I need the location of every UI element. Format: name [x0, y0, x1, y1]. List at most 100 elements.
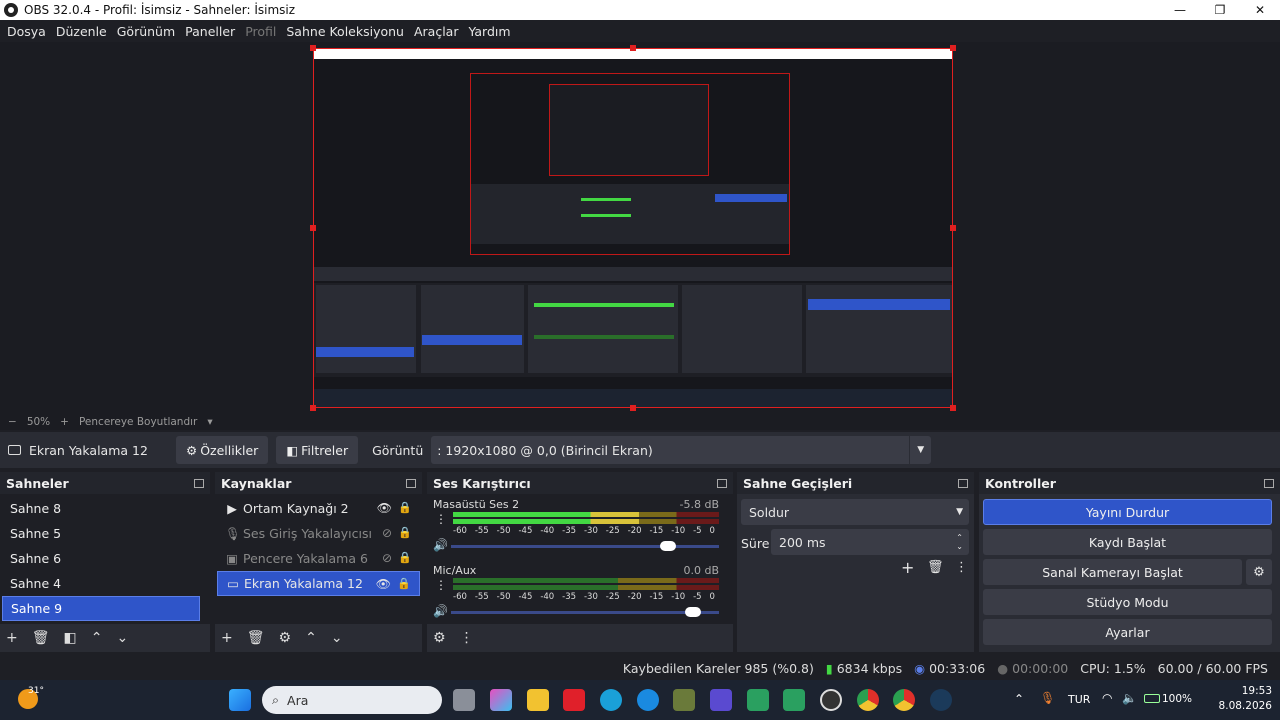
studio-mode-button[interactable]: Stüdyo Modu	[983, 589, 1272, 615]
duration-input[interactable]: 200 ms ⌃ ⌄	[771, 529, 969, 555]
scene-item[interactable]: Sahne 6	[2, 546, 200, 571]
eye-hidden-icon[interactable]: ⊘	[382, 526, 392, 540]
gear-icon[interactable]: ⚙	[279, 630, 292, 646]
edge-icon[interactable]	[600, 689, 622, 711]
app-green-icon[interactable]	[783, 689, 805, 711]
menu-duzenle[interactable]: Düzenle	[51, 24, 112, 39]
scene-item-selected[interactable]: Sahne 9	[2, 596, 200, 621]
clock[interactable]: 19:53 8.08.2026	[1219, 684, 1272, 714]
trash-icon[interactable]: 🗑	[247, 630, 265, 646]
app-red-icon[interactable]	[563, 689, 585, 711]
taskbar-search[interactable]: ⌕ Ara	[262, 686, 442, 714]
chevron-up-icon[interactable]: ⌃	[305, 630, 317, 646]
source-item[interactable]: ▣ Pencere Yakalama 6 ⊘ 🔒	[217, 546, 420, 571]
source-item[interactable]: 🎙 Ses Giriş Yakalayıcısı ⊘ 🔒	[217, 521, 420, 546]
source-item[interactable]: ▶ Ortam Kaynağı 2 👁 🔒	[217, 496, 420, 521]
chrome-icon[interactable]	[893, 689, 915, 711]
float-dock-icon[interactable]	[1264, 478, 1274, 488]
chevron-down-icon[interactable]: ⌄	[116, 630, 128, 646]
resize-handle[interactable]	[950, 405, 956, 411]
menu-araclar[interactable]: Araçlar	[409, 24, 464, 39]
speaker-icon[interactable]: 🔊	[433, 604, 448, 618]
speaker-icon[interactable]: 🔊	[433, 538, 448, 552]
spin-arrows-icon[interactable]: ⌃ ⌄	[956, 533, 963, 551]
eye-icon[interactable]: 👁	[377, 501, 392, 515]
battery-icon[interactable]	[1144, 694, 1160, 703]
trash-icon[interactable]: 🗑	[927, 560, 944, 575]
resize-handle[interactable]	[310, 225, 316, 231]
resize-handle[interactable]	[630, 405, 636, 411]
fit-to-window-button[interactable]: Pencereye Boyutlandır	[79, 416, 197, 428]
resize-handle[interactable]	[310, 45, 316, 51]
menu-sahne-koleksiyonu[interactable]: Sahne Koleksiyonu	[281, 24, 409, 39]
kebab-menu-icon[interactable]: ⋮	[460, 630, 474, 646]
preview-source-capture[interactable]	[313, 48, 953, 408]
chrome-icon[interactable]	[857, 689, 879, 711]
float-dock-icon[interactable]	[194, 478, 204, 488]
help-icon[interactable]	[637, 689, 659, 711]
advanced-audio-icon[interactable]: ⚙	[433, 630, 446, 646]
resize-handle[interactable]	[950, 45, 956, 51]
resize-handle[interactable]	[310, 405, 316, 411]
scene-item[interactable]: Sahne 4	[2, 571, 200, 596]
wifi-icon[interactable]: ◠	[1102, 691, 1112, 705]
volume-slider[interactable]: 🔊	[433, 538, 719, 554]
display-select[interactable]: : 1920x1080 @ 0,0 (Birincil Ekran) ▼	[431, 436, 932, 464]
menu-gorunum[interactable]: Görünüm	[112, 24, 180, 39]
source-item-selected[interactable]: ▭ Ekran Yakalama 12 👁 🔒	[217, 571, 420, 596]
float-dock-icon[interactable]	[717, 478, 727, 488]
scene-item[interactable]: Sahne 8	[2, 496, 200, 521]
add-icon[interactable]: +	[6, 630, 18, 646]
obs-icon[interactable]	[820, 689, 842, 711]
scene-item[interactable]: Sahne 5	[2, 521, 200, 546]
settings-button[interactable]: Ayarlar	[983, 619, 1272, 645]
chevron-down-icon[interactable]: ⌄	[331, 630, 343, 646]
lock-icon[interactable]: 🔒	[398, 526, 412, 539]
properties-button[interactable]: ⚙ Özellikler	[176, 436, 269, 464]
menu-paneller[interactable]: Paneller	[180, 24, 240, 39]
lock-icon[interactable]: 🔒	[398, 551, 412, 564]
resize-handle[interactable]	[630, 45, 636, 51]
start-recording-button[interactable]: Kaydı Başlat	[983, 529, 1272, 555]
trash-icon[interactable]: 🗑	[32, 630, 50, 646]
volume-slider[interactable]: 🔊	[433, 604, 719, 620]
menu-profil[interactable]: Profil	[240, 24, 281, 39]
task-view-icon[interactable]	[453, 689, 475, 711]
eye-hidden-icon[interactable]: ⊘	[382, 551, 392, 565]
chevron-up-icon[interactable]: ⌃	[1014, 692, 1024, 706]
lock-icon[interactable]: 🔒	[397, 577, 411, 590]
lock-icon[interactable]: 🔒	[398, 501, 412, 514]
app-green-icon[interactable]	[747, 689, 769, 711]
menu-yardim[interactable]: Yardım	[463, 24, 515, 39]
chevron-down-icon[interactable]: ▾	[207, 416, 212, 428]
copilot-icon[interactable]	[490, 689, 512, 711]
add-icon[interactable]: +	[221, 630, 233, 646]
menu-dosya[interactable]: Dosya	[2, 24, 51, 39]
kebab-menu-icon[interactable]: ⋮	[955, 560, 968, 575]
minimize-button[interactable]: —	[1160, 0, 1200, 20]
eye-icon[interactable]: 👁	[376, 577, 391, 591]
transition-select[interactable]: Soldur ▼	[741, 499, 969, 525]
resize-handle[interactable]	[950, 225, 956, 231]
file-explorer-icon[interactable]	[527, 689, 549, 711]
kebab-menu-icon[interactable]: ⋮	[435, 512, 447, 526]
zoom-in-button[interactable]: +	[60, 416, 69, 428]
filters-button[interactable]: ◧ Filtreler	[276, 436, 359, 464]
kebab-menu-icon[interactable]: ⋮	[435, 578, 447, 592]
volume-icon[interactable]: 🔈	[1122, 691, 1137, 705]
close-button[interactable]: ✕	[1240, 0, 1280, 20]
add-icon[interactable]: +	[901, 558, 914, 577]
filter-icon[interactable]: ◧	[64, 630, 77, 646]
start-menu-icon[interactable]	[229, 689, 251, 711]
language-indicator[interactable]: TUR	[1068, 693, 1090, 706]
float-dock-icon[interactable]	[406, 478, 416, 488]
float-dock-icon[interactable]	[958, 478, 968, 488]
minecraft-icon[interactable]	[673, 689, 695, 711]
start-virtual-camera-button[interactable]: Sanal Kamerayı Başlat	[983, 559, 1242, 585]
chevron-up-icon[interactable]: ⌃	[91, 630, 103, 646]
stop-streaming-button[interactable]: Yayını Durdur	[983, 499, 1272, 525]
microphone-icon[interactable]: 🎙	[1040, 691, 1055, 705]
zoom-out-button[interactable]: −	[8, 416, 17, 428]
steam-icon[interactable]	[930, 689, 952, 711]
preview-canvas[interactable]	[0, 42, 1280, 414]
